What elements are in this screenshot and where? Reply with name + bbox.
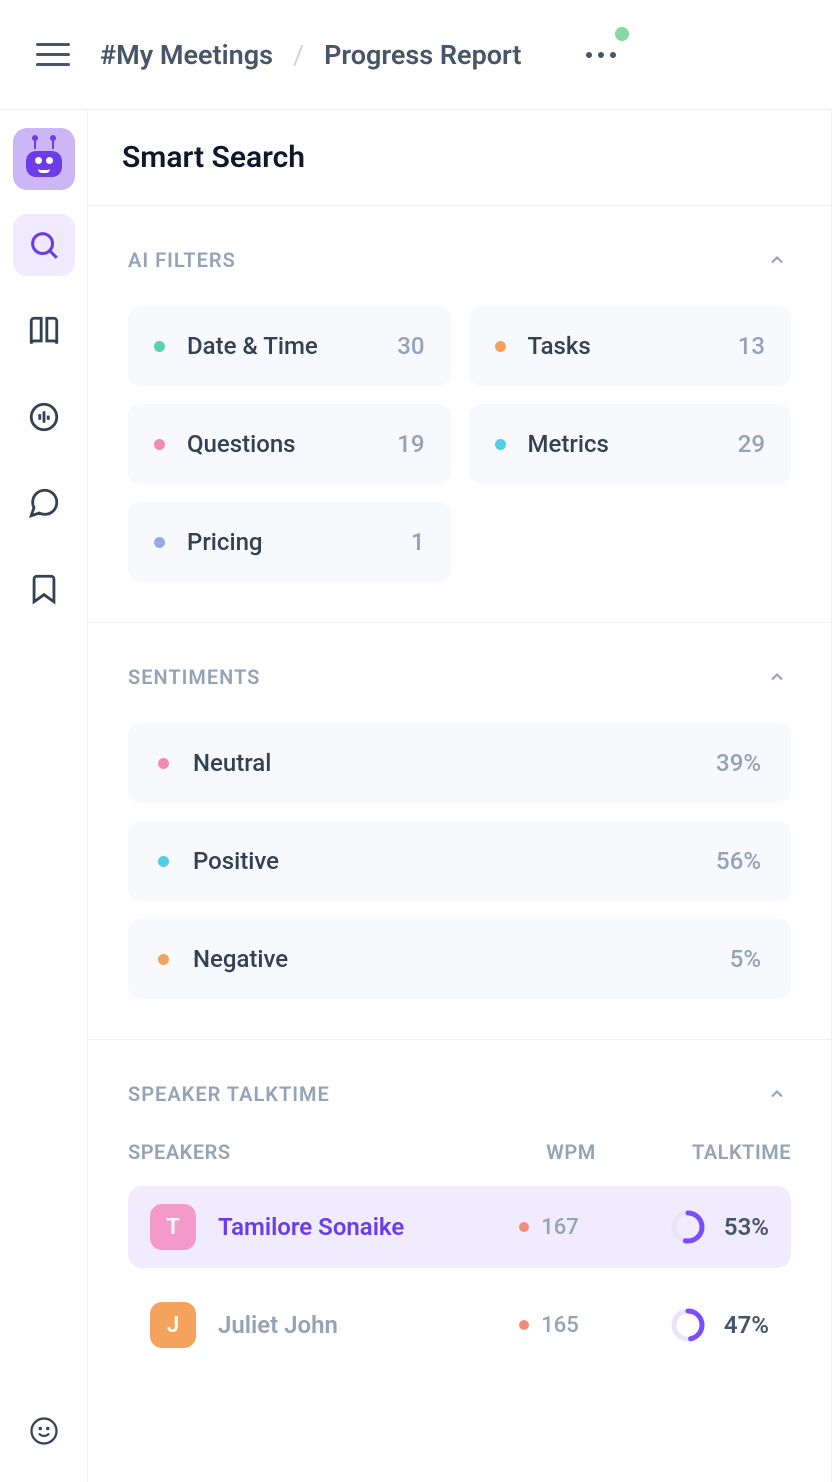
speaker-row[interactable]: T Tamilore Sonaike 167 53% xyxy=(128,1186,791,1268)
sentiment-row[interactable]: Negative 5% xyxy=(128,919,791,999)
sentiment-row[interactable]: Neutral 39% xyxy=(128,723,791,803)
book-icon xyxy=(27,314,61,348)
overflow-menu-button[interactable] xyxy=(569,29,633,81)
page-title: Smart Search xyxy=(122,140,797,175)
speaker-name-text: Juliet John xyxy=(218,1311,338,1339)
bot-icon xyxy=(22,137,66,181)
dot-icon xyxy=(495,439,506,450)
section-heading-filters: AI FILTERS xyxy=(128,248,236,272)
avatar: T xyxy=(150,1204,196,1250)
bookmark-icon xyxy=(27,572,61,606)
breadcrumb-current[interactable]: Progress Report xyxy=(324,39,521,71)
sidebar-item-assistant[interactable] xyxy=(13,128,75,190)
sidebar-item-analytics[interactable] xyxy=(13,386,75,448)
talktime-cell: 53% xyxy=(609,1209,769,1245)
filter-label: Date & Time xyxy=(187,332,375,360)
filter-label: Questions xyxy=(187,430,375,458)
ring-icon xyxy=(670,1209,706,1245)
section-talktime: SPEAKER TALKTIME SPEAKERS WPM TALKTIME T… xyxy=(88,1040,831,1422)
dot-icon xyxy=(158,758,169,769)
sentiment-pct: 39% xyxy=(716,749,761,777)
filter-chip[interactable]: Tasks 13 xyxy=(469,306,792,386)
section-ai-filters: AI FILTERS Date & Time 30 Tasks 13 Questions… xyxy=(88,206,831,623)
dot-icon xyxy=(519,1320,529,1330)
col-speakers: SPEAKERS xyxy=(128,1140,511,1164)
dot-icon xyxy=(154,341,165,352)
section-heading-sentiments: SENTIMENTS xyxy=(128,665,260,689)
sentiment-pct: 5% xyxy=(730,945,761,973)
filter-count: 30 xyxy=(397,332,424,360)
filter-count: 29 xyxy=(738,430,765,458)
col-wpm: WPM xyxy=(511,1140,631,1164)
sentiment-label: Neutral xyxy=(193,749,692,777)
talktime-pct: 53% xyxy=(724,1213,769,1241)
wpm-cell: 167 xyxy=(489,1215,609,1240)
filter-chip[interactable]: Date & Time 30 xyxy=(128,306,451,386)
dot-icon xyxy=(158,954,169,965)
notification-badge xyxy=(615,27,629,41)
chevron-up-icon xyxy=(767,250,787,270)
sentiment-label: Negative xyxy=(193,945,706,973)
breadcrumb-root[interactable]: #My Meetings xyxy=(100,39,273,71)
sentiment-label: Positive xyxy=(193,847,692,875)
sentiment-row[interactable]: Positive 56% xyxy=(128,821,791,901)
chat-icon xyxy=(27,486,61,520)
speaker-row[interactable]: J Juliet John 165 47% xyxy=(128,1284,791,1366)
sidebar-item-search[interactable] xyxy=(13,214,75,276)
filter-count: 13 xyxy=(738,332,765,360)
collapse-filters-button[interactable] xyxy=(763,246,791,274)
talktime-columns: SPEAKERS WPM TALKTIME xyxy=(128,1140,791,1164)
sidebar xyxy=(0,110,88,1482)
wpm-value: 165 xyxy=(541,1313,579,1338)
dot-icon xyxy=(519,1222,529,1232)
filter-chip[interactable]: Metrics 29 xyxy=(469,404,792,484)
sentiment-pct: 56% xyxy=(716,847,761,875)
menu-button[interactable] xyxy=(36,37,72,73)
section-heading-talktime: SPEAKER TALKTIME xyxy=(128,1082,330,1106)
filter-count: 19 xyxy=(397,430,424,458)
filter-count: 1 xyxy=(411,528,425,556)
ring-icon xyxy=(670,1307,706,1343)
speaker-name-text: Tamilore Sonaike xyxy=(218,1213,404,1241)
page-title-bar: Smart Search xyxy=(88,110,831,206)
collapse-talktime-button[interactable] xyxy=(763,1080,791,1108)
search-icon xyxy=(27,228,61,262)
chevron-up-icon xyxy=(767,667,787,687)
breadcrumb-separator: / xyxy=(293,39,304,71)
filter-label: Tasks xyxy=(528,332,716,360)
dot-icon xyxy=(154,537,165,548)
wpm-cell: 165 xyxy=(489,1313,609,1338)
col-talktime: TALKTIME xyxy=(631,1140,791,1164)
talktime-pct: 47% xyxy=(724,1311,769,1339)
avatar: J xyxy=(150,1302,196,1348)
section-sentiments: SENTIMENTS Neutral 39% Positive 56% Negative… xyxy=(88,623,831,1040)
sidebar-item-reactions[interactable] xyxy=(13,1400,75,1462)
analytics-icon xyxy=(27,400,61,434)
sidebar-item-notes[interactable] xyxy=(13,300,75,362)
filter-chip[interactable]: Pricing 1 xyxy=(128,502,451,582)
breadcrumb: #My Meetings / Progress Report xyxy=(100,39,521,71)
dot-icon xyxy=(158,856,169,867)
sidebar-item-bookmarks[interactable] xyxy=(13,558,75,620)
dot-icon xyxy=(154,439,165,450)
filter-chip[interactable]: Questions 19 xyxy=(128,404,451,484)
collapse-sentiments-button[interactable] xyxy=(763,663,791,691)
smile-icon xyxy=(29,1416,59,1446)
talktime-cell: 47% xyxy=(609,1307,769,1343)
dot-icon xyxy=(495,341,506,352)
filter-label: Metrics xyxy=(528,430,716,458)
top-header: #My Meetings / Progress Report xyxy=(0,0,832,110)
sidebar-item-chat[interactable] xyxy=(13,472,75,534)
main-content: Smart Search AI FILTERS Date & Time 30 Tas… xyxy=(88,110,832,1482)
filter-label: Pricing xyxy=(187,528,389,556)
wpm-value: 167 xyxy=(541,1215,579,1240)
chevron-up-icon xyxy=(767,1084,787,1104)
